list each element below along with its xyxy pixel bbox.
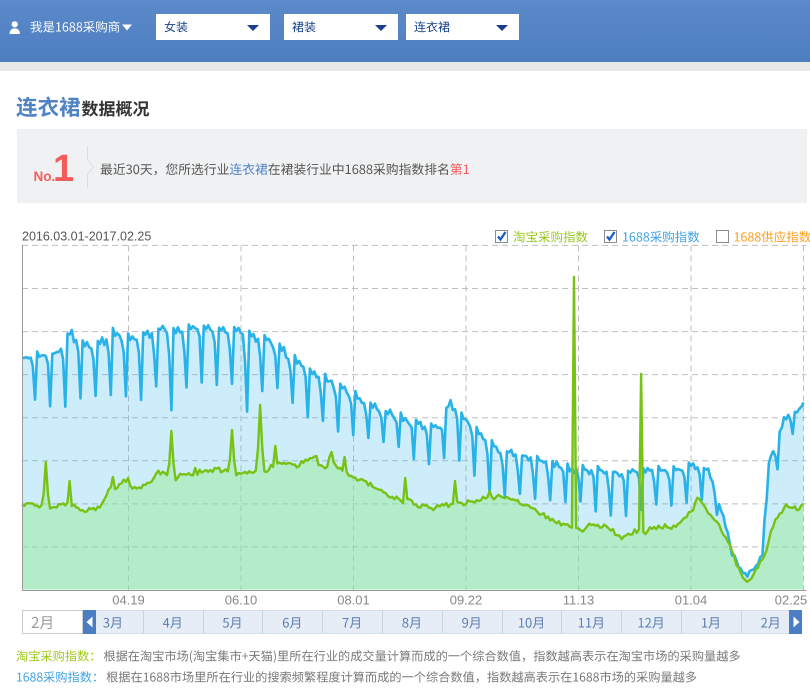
svg-text:01.04: 01.04	[675, 593, 708, 608]
svg-text:04.19: 04.19	[112, 593, 145, 608]
svg-text:2016.03.01-2017.02.25: 2016.03.01-2017.02.25	[22, 230, 151, 244]
svg-text:08.01: 08.01	[337, 593, 370, 608]
svg-text:09.22: 09.22	[450, 593, 483, 608]
svg-text:1: 1	[53, 148, 74, 190]
svg-text:No.: No.	[34, 169, 56, 184]
svg-text:06.10: 06.10	[225, 593, 258, 608]
svg-text:02.25: 02.25	[775, 593, 808, 608]
svg-text:11.13: 11.13	[563, 593, 595, 608]
